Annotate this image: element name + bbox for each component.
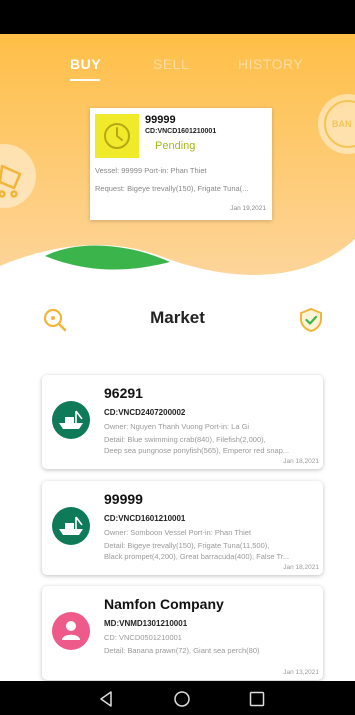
listing-title: 99999 bbox=[104, 491, 143, 507]
status-bar bbox=[0, 0, 355, 34]
listing-code: CD:VNCD1601210001 bbox=[104, 514, 186, 523]
order-status: Pending bbox=[155, 140, 196, 152]
status-icon-box bbox=[95, 114, 139, 158]
sell-badge-label: BAN bbox=[324, 100, 355, 148]
listing-owner: Owner: Nguyen Thanh Vuong Port-in: La Gi bbox=[104, 422, 250, 431]
order-request: Request: Bigeye trevally(150), Frigate T… bbox=[95, 184, 249, 193]
company-avatar bbox=[52, 612, 90, 650]
vessel-avatar bbox=[52, 401, 90, 439]
listing-detail: Detail: Bigeye trevally(150), Frigate Tu… bbox=[104, 541, 270, 550]
tab-sell[interactable]: SELL bbox=[153, 56, 189, 72]
recents-button[interactable] bbox=[247, 689, 267, 709]
listing-owner: Owner: Somboon Vessel Port-in: Phan Thie… bbox=[104, 528, 252, 537]
cart-badge[interactable] bbox=[0, 144, 36, 208]
vessel-avatar bbox=[52, 507, 90, 545]
tab-history[interactable]: HISTORY bbox=[238, 56, 303, 72]
vessel-icon bbox=[59, 516, 83, 535]
listing-detail: Detail: Blue swimming crab(840), Filefis… bbox=[104, 435, 266, 444]
order-title: 99999 bbox=[145, 114, 176, 126]
listing-detail: Detail: Banana prawn(72), Giant sea perc… bbox=[104, 646, 260, 655]
home-icon bbox=[174, 691, 190, 707]
pending-order-card[interactable]: 99999 CD:VNCD1601210001 Pending Vessel: … bbox=[90, 108, 272, 220]
verified-filter-button[interactable] bbox=[297, 306, 325, 334]
listing-detail-cont: Deep sea pungnose ponyfish(565), Emperor… bbox=[104, 446, 290, 455]
listing-date: Jan 18,2021 bbox=[283, 564, 319, 571]
order-code: CD:VNCD1601210001 bbox=[145, 128, 217, 135]
recents-icon bbox=[249, 691, 265, 707]
listing-title: Namfon Company bbox=[104, 596, 224, 612]
order-date: Jan 19,2021 bbox=[230, 205, 266, 212]
listing-code: CD:VNCD2407200002 bbox=[104, 408, 186, 417]
listing-card[interactable]: Namfon Company MD:VNMD1301210001 CD: VNC… bbox=[42, 586, 323, 680]
listing-code: MD:VNMD1301210001 bbox=[104, 619, 188, 628]
back-icon bbox=[100, 691, 112, 707]
back-button[interactable] bbox=[97, 689, 117, 709]
listing-owner: CD: VNCD0501210001 bbox=[104, 633, 182, 642]
person-icon bbox=[62, 621, 80, 640]
tab-bar: BUY SELL HISTORY bbox=[0, 56, 355, 92]
home-button[interactable] bbox=[172, 689, 192, 709]
order-vessel: Vessel: 99999 Port-in: Phan Thiet bbox=[95, 166, 207, 175]
system-nav-bar bbox=[0, 681, 355, 715]
listing-card[interactable]: 96291 CD:VNCD2407200002 Owner: Nguyen Th… bbox=[42, 375, 323, 469]
listing-title: 96291 bbox=[104, 385, 143, 401]
listing-date: Jan 18,2021 bbox=[283, 458, 319, 465]
clock-icon bbox=[104, 123, 130, 149]
hero-header: BUY SELL HISTORY BAN 99999 CD:VNCD160121… bbox=[0, 34, 355, 296]
shield-check-icon bbox=[300, 307, 322, 333]
listing-detail-cont: Black prompet(4,200), Great barracuda(40… bbox=[104, 552, 290, 561]
active-tab-indicator bbox=[70, 79, 100, 81]
tab-buy[interactable]: BUY bbox=[70, 56, 101, 72]
cart-icon bbox=[0, 164, 22, 198]
listing-date: Jan 13,2021 bbox=[283, 669, 319, 676]
vessel-icon bbox=[59, 410, 83, 429]
listing-card[interactable]: 99999 CD:VNCD1601210001 Owner: Somboon V… bbox=[42, 481, 323, 575]
market-header: Market bbox=[0, 300, 355, 340]
